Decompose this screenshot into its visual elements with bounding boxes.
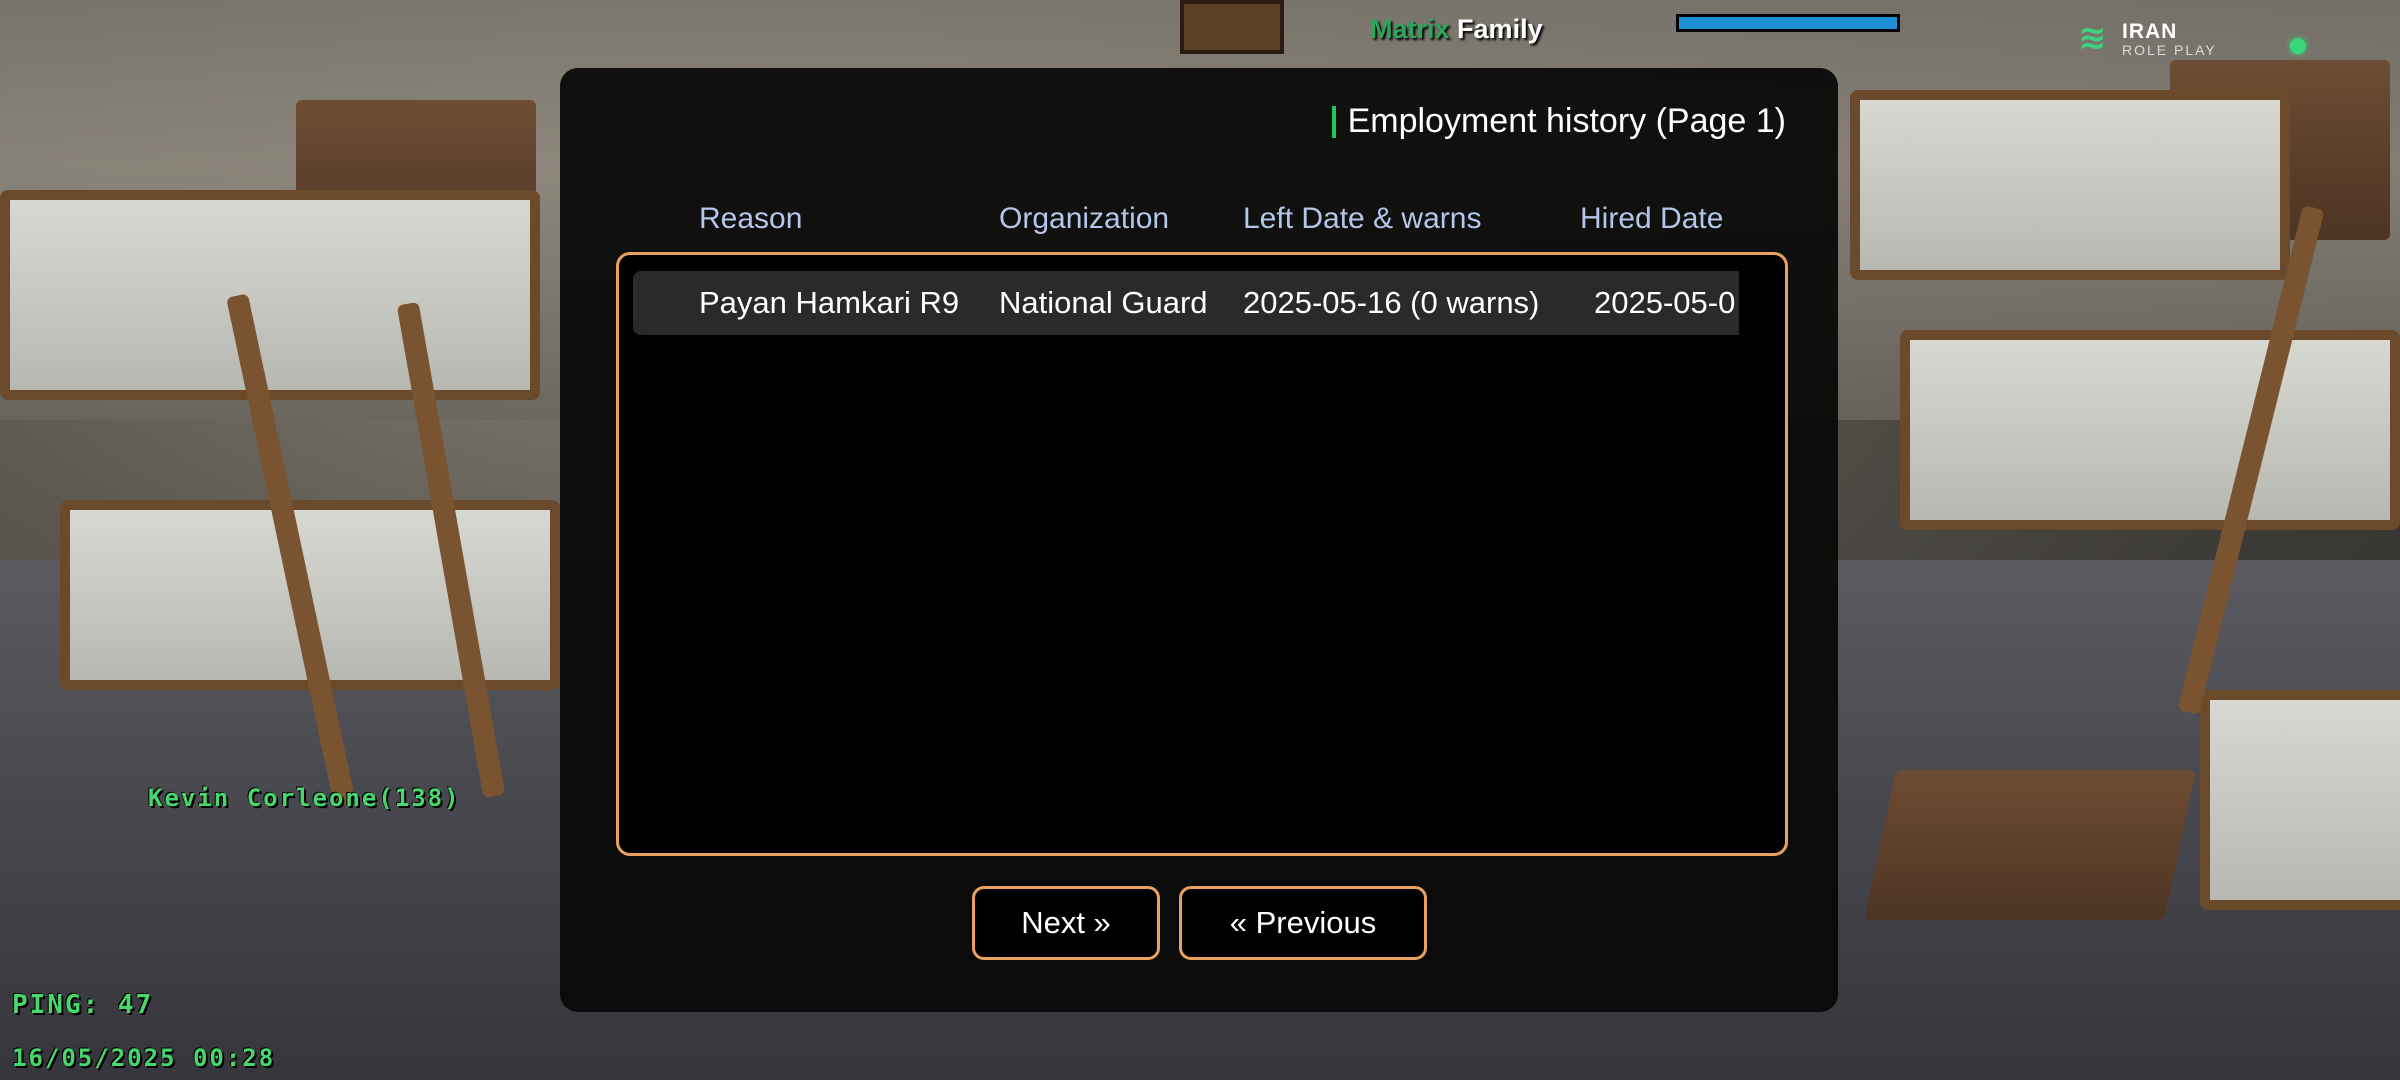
table-row[interactable]: Payan Hamkari R9 National Guard 2025-05-…: [633, 271, 1739, 335]
family-name-label: Matrix Family: [1370, 14, 1543, 45]
date-time-readout: 16/05/2025 00:28: [12, 1044, 276, 1072]
cell-reason: Payan Hamkari R9: [699, 285, 960, 320]
dialog-title: Employment history (Page 1): [1331, 102, 1786, 141]
family-accent-text: Matrix: [1370, 14, 1450, 44]
logo-icon: ≋: [2078, 18, 2107, 58]
cell-hired-date: 2025-05-0: [1594, 285, 1736, 320]
server-logo: ≋ IRAN ROLE PLAY: [2078, 16, 2228, 60]
dialog-title-text: Employment history (Page 1): [1347, 102, 1786, 140]
logo-subtitle: ROLE PLAY: [2122, 42, 2217, 58]
next-page-button[interactable]: Next »: [972, 886, 1160, 960]
title-accent-bar: [1331, 105, 1336, 138]
column-header-organization: Organization: [999, 202, 1170, 235]
column-header-left-date: Left Date & warns: [1243, 202, 1482, 235]
column-header-reason: Reason: [699, 202, 803, 235]
player-name-tag: Kevin Corleone(138): [148, 784, 461, 812]
scene-bunk-bed-right-bottom: [2200, 690, 2400, 910]
employment-list[interactable]: Payan Hamkari R9 National Guard 2025-05-…: [616, 252, 1788, 856]
status-indicator-icon: [2290, 38, 2306, 54]
employment-history-dialog: Employment history (Page 1) Reason Organ…: [560, 68, 1838, 1012]
ping-readout: PING: 47: [12, 990, 154, 1020]
logo-title: IRAN: [2122, 20, 2178, 43]
column-header-hired-date: Hired Date: [1580, 202, 1724, 235]
health-bar-fill: [1679, 17, 1897, 29]
cell-left-date: 2025-05-16 (0 warns): [1243, 285, 1540, 320]
scene-bunk-bed-right-top: [1850, 90, 2290, 280]
family-name-text: Family: [1457, 14, 1543, 44]
cell-organization: National Guard: [999, 285, 1208, 320]
scene-bunk-bed-left-top: [0, 190, 540, 400]
health-bar: [1676, 14, 1900, 32]
previous-page-button[interactable]: « Previous: [1179, 886, 1427, 960]
scene-bunk-bed-right-mid: [1900, 330, 2400, 530]
scene-chair: [1864, 770, 2196, 920]
scene-picture-frame: [1180, 0, 1284, 54]
